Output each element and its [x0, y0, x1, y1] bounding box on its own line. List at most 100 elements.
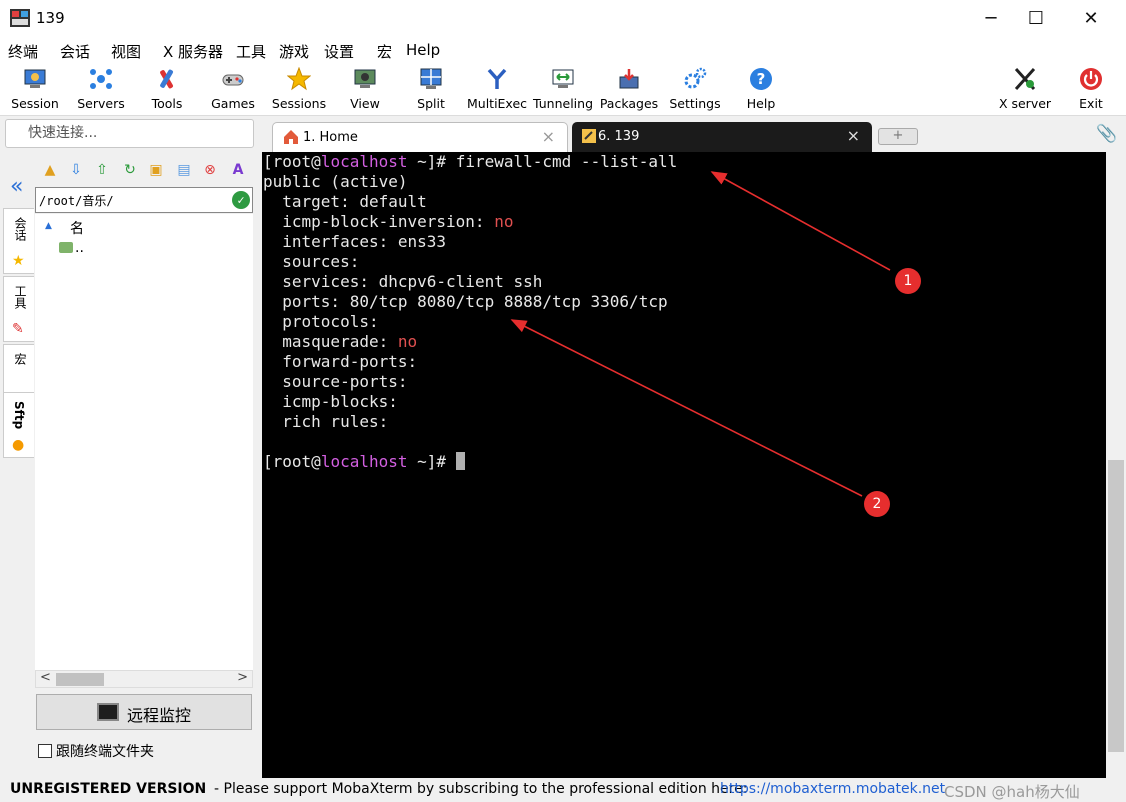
x-server-button[interactable]: X server — [992, 62, 1058, 116]
packages-icon — [619, 69, 639, 89]
menu-tools[interactable]: 工具 — [236, 41, 266, 62]
monitor-icon — [97, 703, 119, 721]
terminal-setting-line: sources: — [263, 252, 359, 272]
help-button[interactable]: ? Help — [728, 62, 794, 116]
tools-small-icon: ✎ — [12, 321, 24, 337]
rename-icon[interactable]: A — [230, 162, 246, 178]
download-icon[interactable]: ⇩ — [68, 162, 84, 178]
terminal-setting-line: forward-ports: — [263, 352, 417, 372]
terminal-zone-line: public (active) — [263, 172, 408, 191]
packages-button[interactable]: Packages — [596, 62, 662, 116]
servers-button[interactable]: Servers — [68, 62, 134, 116]
setting-value: dhcpv6-client ssh — [378, 272, 543, 291]
menu-help[interactable]: Help — [406, 41, 440, 59]
terminal-cursor — [455, 452, 465, 470]
tunneling-icon — [552, 69, 574, 88]
tab-home-close-icon[interactable]: × — [542, 127, 555, 146]
setting-value: default — [359, 192, 427, 211]
sftp-toolbar: ▲ ⇩ ⇧ ↻ ▣ ▤ ⊗ A — [34, 158, 256, 184]
menu-terminal[interactable]: 终端 — [8, 41, 38, 62]
parent-folder-icon[interactable]: ▲ — [42, 162, 58, 178]
annotation-badge-1: 1 — [895, 268, 921, 294]
split-button[interactable]: Split — [398, 62, 464, 116]
terminal-setting-line: protocols: — [263, 312, 378, 332]
x-server-icon — [1014, 67, 1036, 91]
tab-139-close-icon[interactable]: × — [847, 126, 860, 145]
maximize-icon[interactable]: ☐ — [1013, 4, 1059, 34]
settings-button[interactable]: Settings — [662, 62, 728, 116]
sessions-button[interactable]: Sessions — [266, 62, 332, 116]
multiexec-icon — [487, 68, 507, 89]
menu-games[interactable]: 游戏 — [279, 41, 309, 62]
split-icon — [420, 68, 442, 89]
tools-button[interactable]: Tools — [134, 62, 200, 116]
follow-terminal-checkbox[interactable] — [38, 744, 52, 758]
refresh-icon[interactable]: ↻ — [122, 162, 138, 178]
terminal-tab-icon — [582, 129, 596, 143]
terminal-output[interactable]: [root@localhost ~]# firewall-cmd --list-… — [262, 152, 1106, 778]
quick-connect-input[interactable]: 快速连接... — [5, 119, 254, 148]
terminal-setting-line: target: default — [263, 192, 427, 212]
mobatek-link[interactable]: https://mobaxterm.mobatek.net — [720, 781, 945, 797]
scroll-left-icon[interactable]: < — [40, 670, 51, 685]
list-item[interactable]: .. — [59, 240, 84, 256]
menu-sessions[interactable]: 会话 — [60, 41, 90, 62]
sessions-star-icon — [287, 67, 311, 91]
setting-value: no — [397, 332, 418, 351]
sftp-file-list: ▲ 名 .. — [35, 214, 253, 670]
new-file-icon[interactable]: ▤ — [176, 162, 192, 178]
terminal-command-line: [root@localhost ~]# firewall-cmd --list-… — [263, 152, 678, 171]
view-icon — [354, 69, 376, 88]
side-tab-tools[interactable]: 工具 ✎ — [3, 276, 34, 342]
tools-icon — [160, 69, 173, 89]
menu-view[interactable]: 视图 — [111, 41, 141, 62]
delete-icon[interactable]: ⊗ — [202, 162, 218, 178]
setting-key: sources: — [282, 252, 360, 271]
terminal-setting-line: source-ports: — [263, 372, 407, 392]
menu-settings[interactable]: 设置 — [324, 41, 354, 62]
terminal-vertical-scrollbar[interactable] — [1106, 152, 1126, 778]
help-icon: ? — [750, 68, 772, 90]
tunneling-button[interactable]: Tunneling — [530, 62, 596, 116]
exit-icon — [1080, 68, 1102, 90]
scroll-thumb[interactable] — [56, 673, 104, 686]
side-tab-sessions[interactable]: 会话 ★ — [3, 208, 34, 274]
menu-x-server[interactable]: X 服务器 — [163, 41, 223, 62]
follow-terminal-folder[interactable]: 跟随终端文件夹 — [38, 741, 154, 761]
multiexec-button[interactable]: MultiExec — [464, 62, 530, 116]
menu-macros[interactable]: 宏 — [377, 41, 392, 62]
setting-key: masquerade: — [282, 332, 389, 351]
mobaxterm-app-icon — [10, 9, 30, 27]
menu-bar: 终端 会话 视图 X 服务器 工具 游戏 设置 宏 Help — [0, 38, 1126, 62]
terminal-scroll-thumb[interactable] — [1108, 460, 1124, 752]
upload-icon[interactable]: ⇧ — [94, 162, 110, 178]
paperclip-icon[interactable]: 📎 — [1096, 124, 1117, 144]
games-button[interactable]: Games — [200, 62, 266, 116]
setting-key: icmp-block-inversion: — [282, 212, 485, 231]
sftp-horizontal-scrollbar[interactable]: < > — [35, 670, 253, 688]
tab-139[interactable]: 6. 139 × — [572, 122, 872, 152]
tab-strip: 1. Home × 6. 139 × + 📎 — [262, 118, 1126, 152]
setting-value: 80/tcp 8080/tcp 8888/tcp 3306/tcp — [349, 292, 668, 311]
view-button[interactable]: View — [332, 62, 398, 116]
close-icon[interactable]: ✕ — [1068, 4, 1114, 34]
sftp-panel: ▲ ⇩ ⇧ ↻ ▣ ▤ ⊗ A /root/音乐/ ✓ ▲ 名 .. < > 远… — [34, 152, 256, 778]
session-button[interactable]: Session — [2, 62, 68, 116]
path-confirm-icon[interactable]: ✓ — [232, 191, 250, 209]
remote-monitoring-button[interactable]: 远程监控 — [36, 694, 252, 730]
annotation-text-1: 查看防火墙规则命令 — [940, 276, 1085, 295]
tab-home[interactable]: 1. Home × — [272, 122, 568, 152]
support-message: - Please support MobaXterm by subscribin… — [214, 781, 748, 797]
session-icon — [24, 69, 46, 88]
exit-button[interactable]: Exit — [1058, 62, 1124, 116]
scroll-right-icon[interactable]: > — [237, 670, 248, 685]
collapse-sidebar-icon[interactable]: « — [10, 174, 23, 199]
minimize-icon[interactable]: ─ — [968, 4, 1014, 34]
column-name-header[interactable]: 名 — [70, 218, 84, 238]
games-icon — [222, 74, 244, 86]
main-toolbar: Session Servers Tools Games Sessions Vie… — [0, 62, 1126, 116]
new-tab-button[interactable]: + — [878, 128, 918, 145]
sftp-path-input[interactable]: /root/音乐/ ✓ — [35, 187, 253, 213]
new-folder-icon[interactable]: ▣ — [148, 162, 164, 178]
side-tab-sftp[interactable]: Sftp ● — [3, 392, 34, 458]
